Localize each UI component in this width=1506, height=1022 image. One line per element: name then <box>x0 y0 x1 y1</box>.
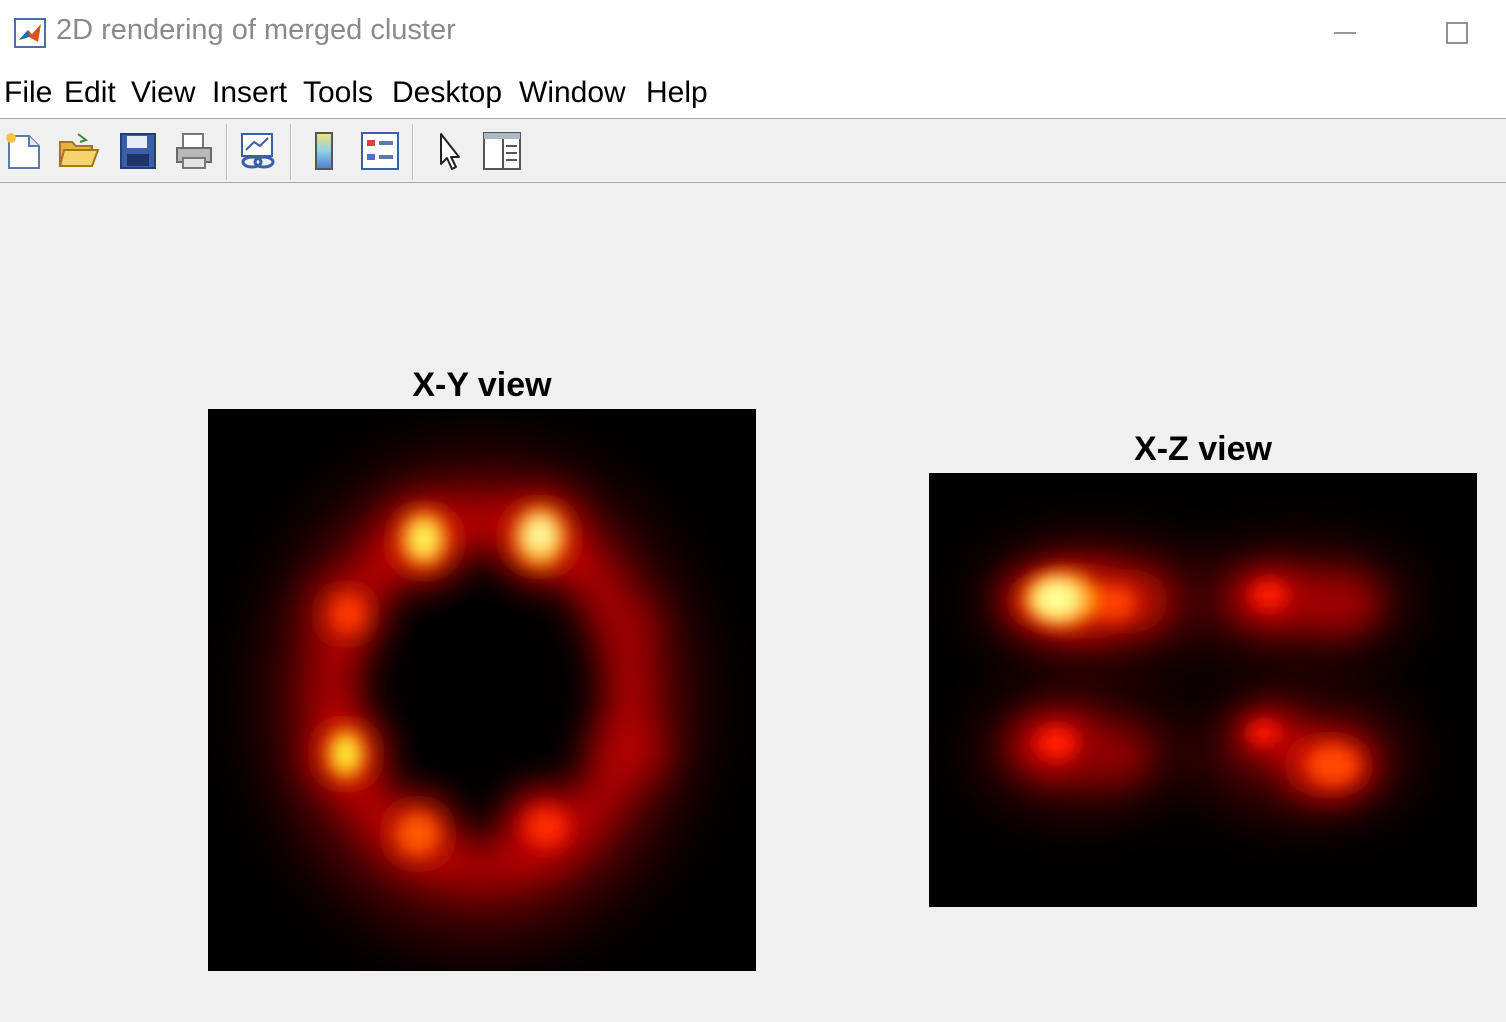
insert-legend-button[interactable] <box>356 128 404 174</box>
toolbar-separator <box>412 124 414 180</box>
menu-desktop[interactable]: Desktop <box>392 76 502 110</box>
xz-heatmap-image <box>929 473 1477 907</box>
colorbar-icon <box>315 132 333 170</box>
print-figure-button[interactable] <box>170 128 218 174</box>
matlab-logo-icon <box>14 18 46 48</box>
maximize-button[interactable] <box>1402 0 1506 66</box>
menu-file[interactable]: File <box>4 76 52 110</box>
save-disk-icon <box>120 133 156 169</box>
xz-view-title: X-Z view <box>1134 430 1272 468</box>
minimize-icon <box>1334 32 1356 34</box>
property-inspector-button[interactable] <box>478 128 526 174</box>
toolbar <box>0 120 1506 183</box>
pointer-arrow-icon <box>440 133 460 170</box>
new-file-icon <box>6 133 40 169</box>
toolbar-separator <box>226 124 228 180</box>
link-plot-icon <box>241 133 275 169</box>
save-figure-button[interactable] <box>114 128 162 174</box>
legend-icon <box>361 132 399 170</box>
menu-view[interactable]: View <box>131 76 195 110</box>
menu-edit[interactable]: Edit <box>64 76 116 110</box>
minimize-button[interactable] <box>1290 0 1400 66</box>
menu-insert[interactable]: Insert <box>212 76 287 110</box>
folder-open-icon <box>58 133 100 167</box>
xy-view-title: X-Y view <box>412 366 552 404</box>
insert-colorbar-button[interactable] <box>300 128 348 174</box>
edit-plot-button[interactable] <box>424 128 472 174</box>
open-file-button[interactable] <box>54 128 102 174</box>
link-plot-button[interactable] <box>234 128 282 174</box>
menu-help[interactable]: Help <box>646 76 708 110</box>
menu-tools[interactable]: Tools <box>303 76 373 110</box>
xy-view-plot[interactable] <box>208 409 756 971</box>
new-figure-button[interactable] <box>0 128 48 174</box>
menu-window[interactable]: Window <box>519 76 626 110</box>
xy-heatmap-image <box>208 409 756 971</box>
printer-icon <box>176 133 212 169</box>
toolbar-separator <box>290 124 292 180</box>
title-bar: 2D rendering of merged cluster <box>0 0 1506 66</box>
property-panel-icon <box>483 132 521 170</box>
window-title: 2D rendering of merged cluster <box>56 14 456 46</box>
xz-view-plot[interactable] <box>929 473 1477 907</box>
menu-bar: File Edit View Insert Tools Desktop Wind… <box>0 66 1506 119</box>
maximize-icon <box>1446 22 1468 44</box>
